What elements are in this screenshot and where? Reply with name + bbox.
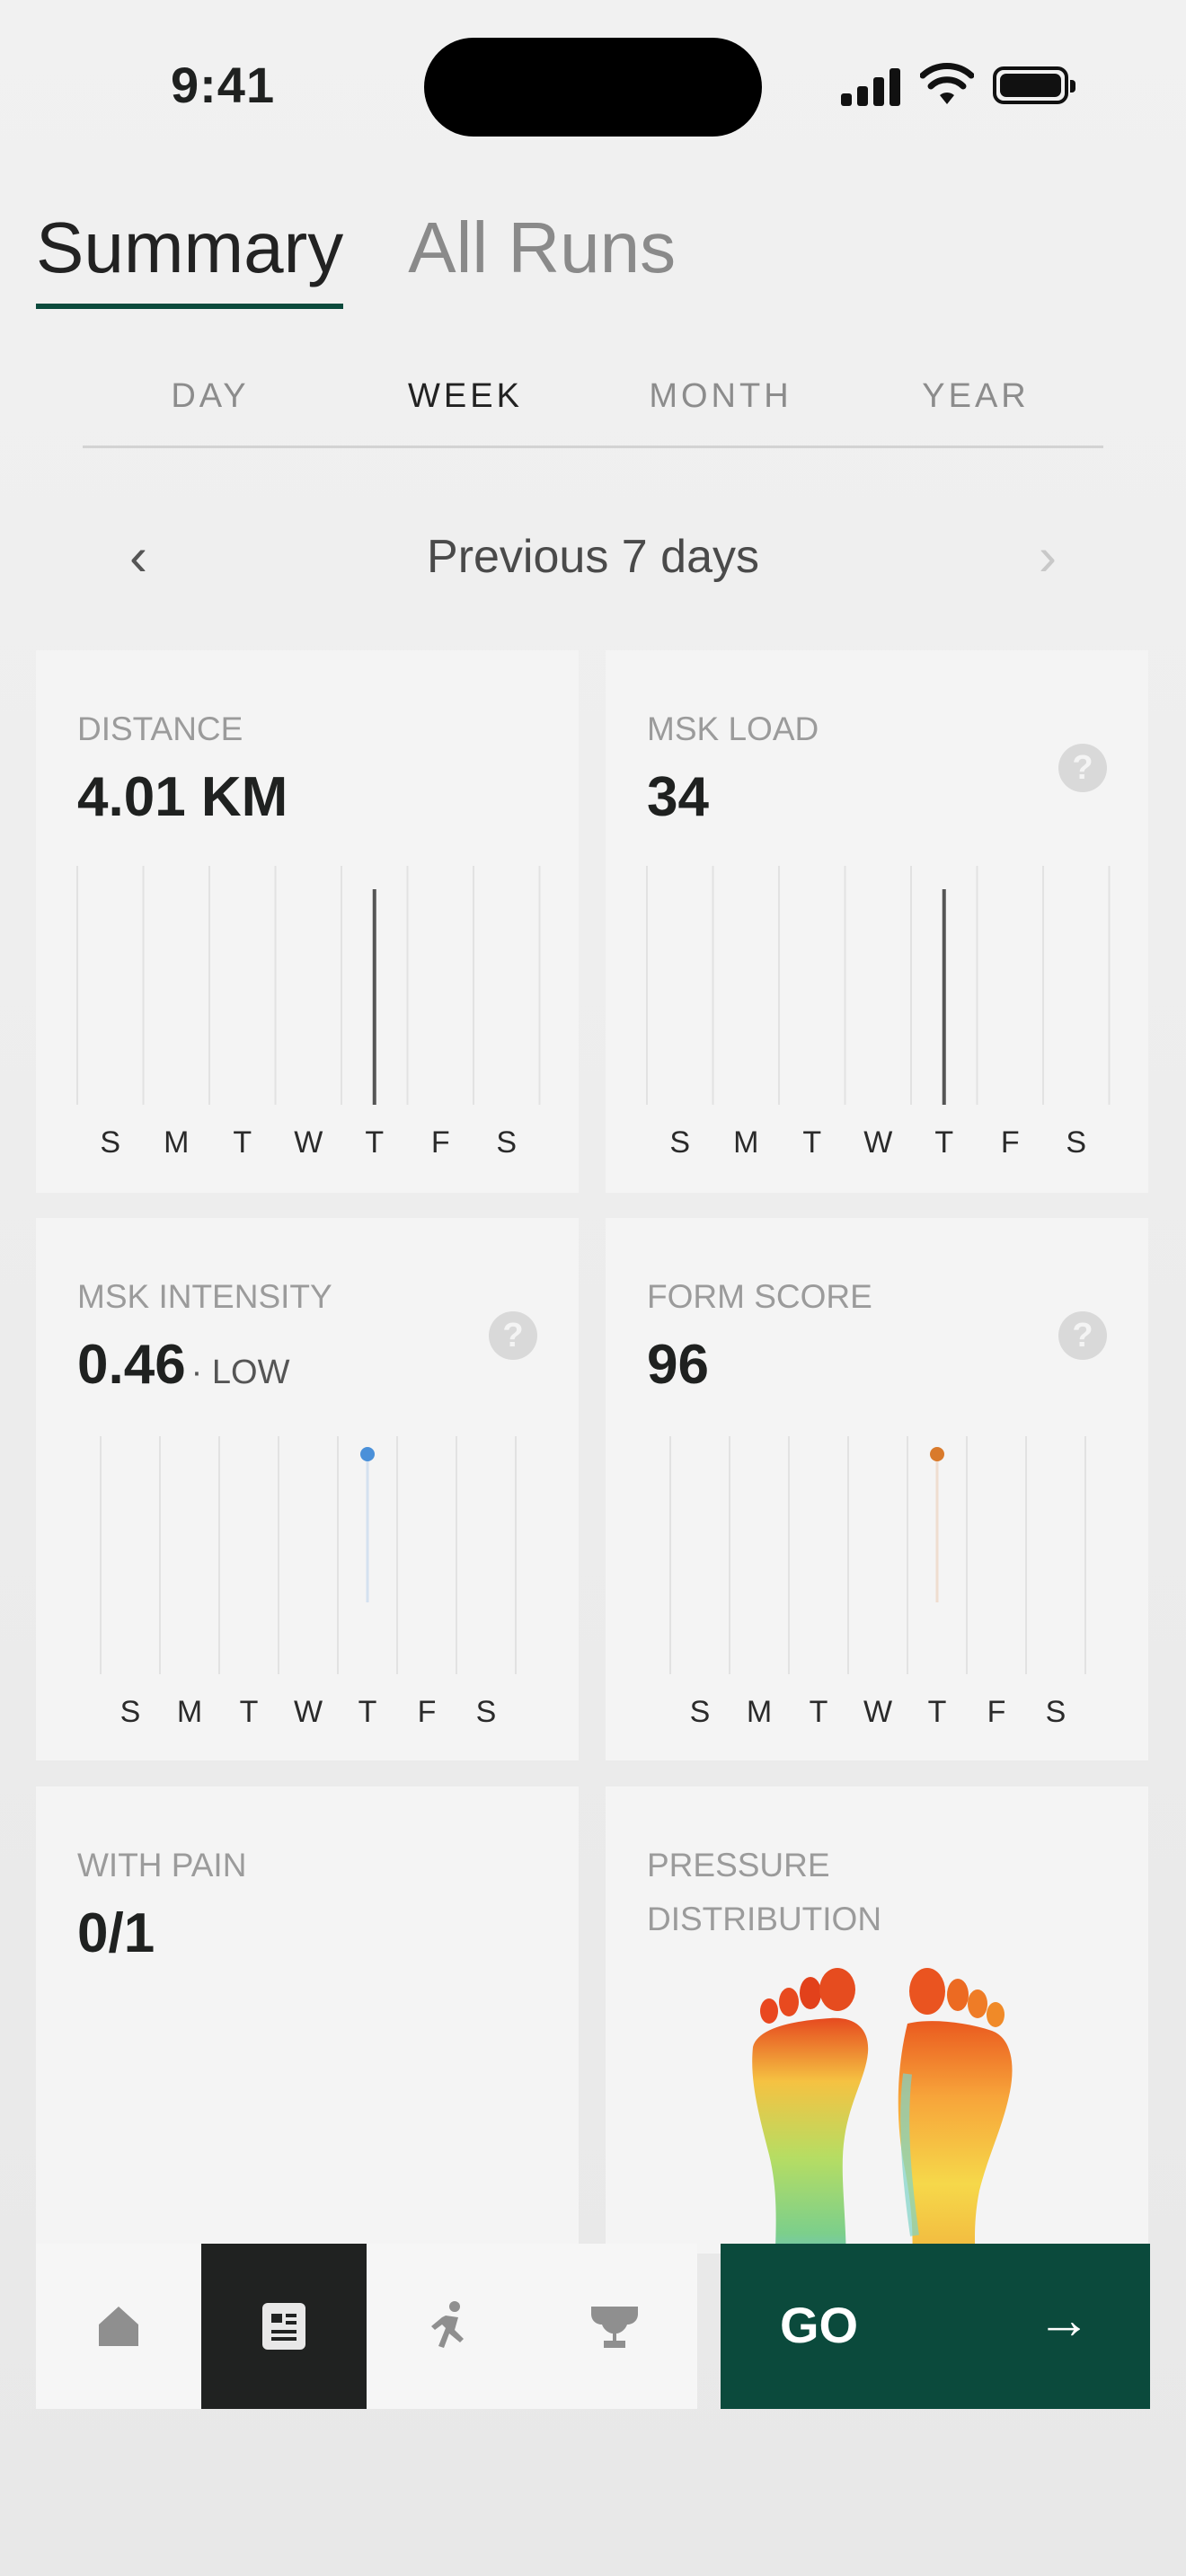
tab-summary-nav[interactable] bbox=[201, 2244, 367, 2409]
pressure-title-line1: PRESSURE bbox=[647, 1847, 830, 1883]
tab-run[interactable] bbox=[367, 2244, 532, 2409]
day-label: F bbox=[418, 1695, 437, 1729]
msk-intensity-card[interactable]: MSK INTENSITY 0.46 · LOW ? SMTWTFS bbox=[36, 1218, 579, 1760]
day-label: S bbox=[690, 1695, 711, 1729]
day-label: T bbox=[240, 1695, 259, 1729]
tab-home[interactable] bbox=[36, 2244, 201, 2409]
day-label: T bbox=[802, 1125, 821, 1160]
period-month[interactable]: MONTH bbox=[593, 359, 848, 446]
data-point bbox=[930, 1447, 944, 1461]
run-icon bbox=[431, 2301, 464, 2348]
signal-icon bbox=[841, 68, 902, 106]
range-navigator: ‹ Previous 7 days › bbox=[0, 521, 1186, 602]
left-foot-icon bbox=[752, 1968, 869, 2254]
day-label: W bbox=[294, 1125, 323, 1160]
day-label: T bbox=[810, 1695, 828, 1729]
day-label: S bbox=[476, 1695, 497, 1729]
distance-card[interactable]: DISTANCE 4.01 KM SMTWTFS bbox=[36, 650, 579, 1193]
day-label: S bbox=[120, 1695, 141, 1729]
day-label: S bbox=[496, 1125, 517, 1160]
dynamic-island bbox=[424, 38, 762, 137]
data-point bbox=[360, 1447, 375, 1461]
day-label: T bbox=[934, 1125, 953, 1160]
day-label: W bbox=[294, 1695, 323, 1729]
trophy-icon bbox=[591, 2307, 638, 2348]
tab-summary[interactable]: Summary bbox=[36, 207, 344, 309]
status-time: 9:41 bbox=[171, 57, 276, 113]
range-label: Previous 7 days bbox=[427, 531, 759, 583]
with-pain-value: 0/1 bbox=[77, 1902, 155, 1964]
day-label: T bbox=[928, 1695, 947, 1729]
msk-load-card[interactable]: MSK LOAD 34 ? SMTWTFS bbox=[606, 650, 1148, 1193]
msk-load-chart: SMTWTFS bbox=[646, 866, 1111, 1160]
pressure-title-line2: DISTRIBUTION bbox=[647, 1901, 882, 1937]
tab-trophy[interactable] bbox=[532, 2244, 697, 2409]
period-year[interactable]: YEAR bbox=[848, 359, 1103, 446]
day-label: M bbox=[747, 1695, 772, 1729]
day-label: S bbox=[1046, 1695, 1067, 1729]
day-label: F bbox=[1001, 1125, 1020, 1160]
day-label: S bbox=[669, 1125, 690, 1160]
chevron-right-icon[interactable]: › bbox=[1021, 530, 1075, 584]
day-label: W bbox=[863, 1695, 892, 1729]
day-label: T bbox=[233, 1125, 252, 1160]
form-score-chart: SMTWTFS bbox=[669, 1436, 1086, 1729]
form-score-card[interactable]: FORM SCORE 96 ? SMTWTFS bbox=[606, 1218, 1148, 1760]
period-day[interactable]: DAY bbox=[83, 359, 338, 446]
pressure-distribution-card[interactable]: PRESSURE DISTRIBUTION bbox=[606, 1786, 1148, 2254]
top-tabs: Summary All Runs bbox=[36, 207, 676, 309]
home-icon bbox=[99, 2307, 138, 2346]
battery-icon bbox=[993, 66, 1075, 104]
distance-chart: SMTWTFS bbox=[76, 866, 541, 1160]
period-selector: DAY WEEK MONTH YEAR bbox=[83, 359, 1103, 448]
day-label: T bbox=[358, 1695, 377, 1729]
wifi-icon bbox=[920, 63, 974, 104]
arrow-right-icon: → bbox=[1037, 2289, 1091, 2350]
with-pain-title: WITH PAIN bbox=[77, 1847, 247, 1883]
foot-pressure-map bbox=[752, 1968, 1013, 2254]
day-label: T bbox=[365, 1125, 384, 1160]
right-foot-icon bbox=[898, 1968, 1013, 2254]
go-label: GO bbox=[780, 2297, 859, 2353]
day-label: M bbox=[733, 1125, 758, 1160]
period-week[interactable]: WEEK bbox=[338, 359, 593, 446]
day-label: M bbox=[164, 1125, 189, 1160]
status-bar: 9:41 bbox=[0, 0, 1186, 171]
day-label: F bbox=[431, 1125, 450, 1160]
msk-intensity-chart: SMTWTFS bbox=[100, 1436, 517, 1729]
summary-icon bbox=[262, 2303, 305, 2350]
day-label: W bbox=[863, 1125, 892, 1160]
bottom-tab-bar bbox=[36, 2244, 697, 2409]
day-label: F bbox=[987, 1695, 1006, 1729]
tab-all-runs[interactable]: All Runs bbox=[408, 207, 676, 309]
day-label: S bbox=[1066, 1125, 1086, 1160]
day-label: S bbox=[100, 1125, 120, 1160]
day-label: M bbox=[177, 1695, 202, 1729]
pressure-title: PRESSURE DISTRIBUTION bbox=[647, 1839, 881, 1946]
with-pain-card[interactable]: WITH PAIN 0/1 bbox=[36, 1786, 579, 2254]
go-button[interactable]: GO → bbox=[721, 2244, 1150, 2409]
